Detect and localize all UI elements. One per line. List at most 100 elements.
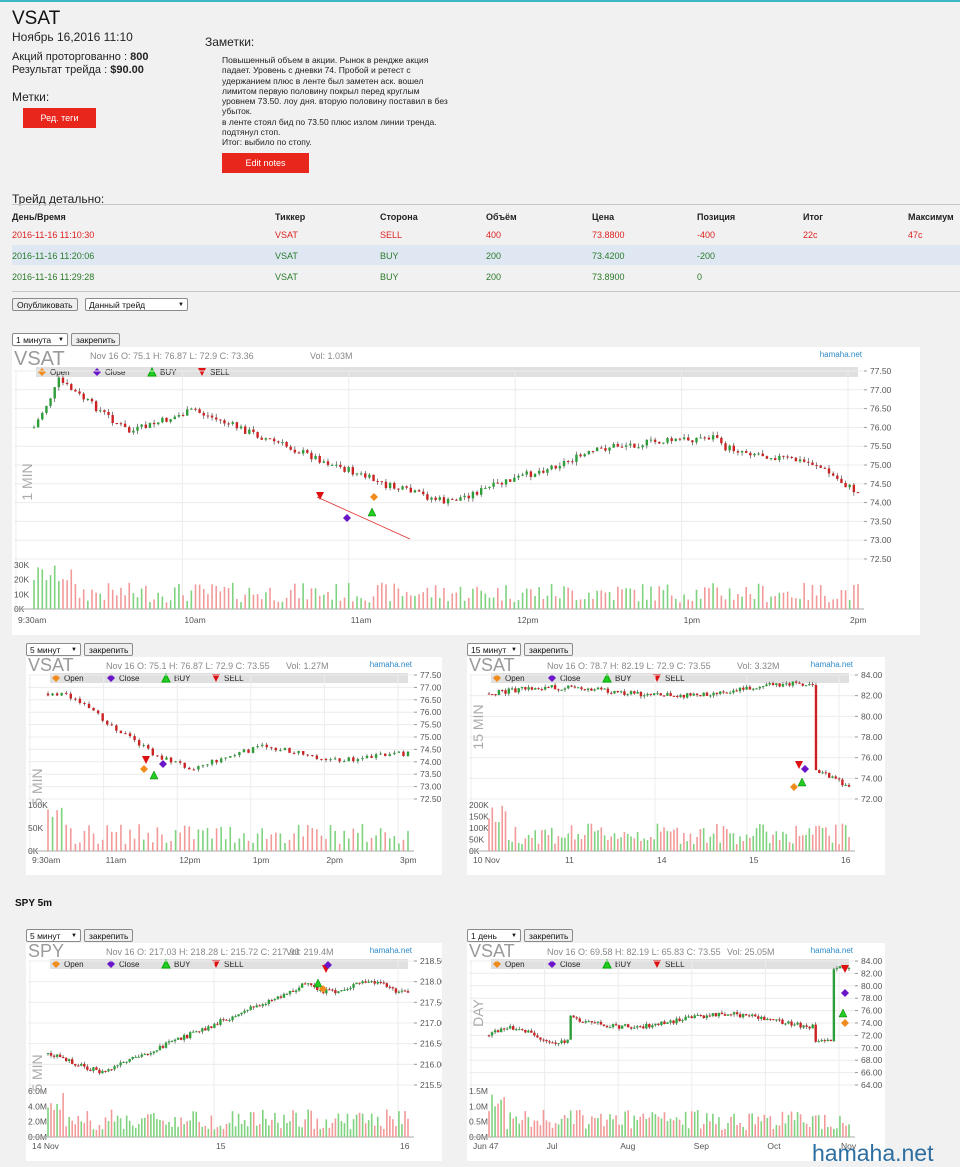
volume-bar bbox=[120, 824, 122, 851]
volume-bar bbox=[397, 588, 400, 609]
volume-bar bbox=[848, 600, 851, 609]
table-row[interactable]: 2016-11-16 11:20:06 VSAT BUY 200 73.4200… bbox=[12, 245, 960, 265]
table-cell: 73.4200 bbox=[592, 251, 625, 261]
price-tick-label: 72.50 bbox=[420, 794, 442, 804]
volume-bar bbox=[689, 833, 692, 851]
volume-bar bbox=[270, 834, 273, 851]
candle-body bbox=[808, 1026, 811, 1029]
volume-bar bbox=[113, 1121, 116, 1137]
volume-bar bbox=[692, 843, 695, 851]
candle-body bbox=[580, 687, 583, 690]
volume-tick-label: 1.0M bbox=[469, 1101, 488, 1111]
table-row[interactable]: 2016-11-16 11:10:30 VSAT SELL 400 73.880… bbox=[12, 224, 960, 244]
candle-body bbox=[703, 437, 706, 439]
volume-bar bbox=[757, 583, 760, 609]
candle-body bbox=[515, 1029, 518, 1031]
candle-body bbox=[177, 415, 181, 417]
volume-bar bbox=[298, 1126, 300, 1137]
volume-bar bbox=[675, 1117, 678, 1137]
candle-body bbox=[735, 690, 738, 692]
candle-body bbox=[128, 427, 131, 433]
pin-button[interactable]: закрепить bbox=[524, 643, 574, 656]
candle-body bbox=[400, 990, 404, 992]
candle-body bbox=[669, 693, 672, 696]
candle-body bbox=[430, 497, 433, 500]
pin-button[interactable]: закрепить bbox=[84, 643, 134, 656]
volume-bar bbox=[78, 597, 81, 609]
candle-body bbox=[376, 481, 379, 483]
table-cell: 200 bbox=[486, 251, 502, 261]
candle-body bbox=[815, 465, 818, 467]
candle-body bbox=[856, 492, 860, 494]
table-row[interactable]: 2016-11-16 11:29:28 VSAT BUY 200 73.8900… bbox=[12, 266, 960, 286]
candle-body bbox=[502, 1028, 506, 1030]
candle-body bbox=[823, 467, 827, 469]
candle-body bbox=[775, 683, 778, 686]
volume-bar bbox=[564, 837, 566, 851]
volume-bar bbox=[793, 1120, 796, 1137]
publish-scope-select[interactable]: Данный трейд ▼ bbox=[85, 298, 188, 311]
volume-bar bbox=[763, 1114, 766, 1137]
interval-select[interactable]: 5 минут ▼ bbox=[26, 643, 81, 656]
volume-bar bbox=[269, 587, 271, 609]
candle-body bbox=[494, 694, 497, 696]
volume-bar bbox=[484, 593, 487, 609]
publish-button[interactable]: Опубликовать bbox=[12, 298, 78, 311]
candle-body bbox=[115, 423, 119, 425]
edit-notes-button[interactable]: Edit notes bbox=[222, 153, 309, 173]
candle-body bbox=[507, 688, 511, 694]
candle-body bbox=[379, 753, 382, 755]
pin-button[interactable]: закрепить bbox=[71, 333, 121, 346]
legend-label: BUY bbox=[160, 368, 177, 377]
volume-bar bbox=[53, 1110, 55, 1137]
interval-select[interactable]: 1 день ▼ bbox=[467, 929, 521, 942]
candle-body bbox=[285, 441, 288, 447]
volume-bar bbox=[514, 826, 517, 851]
chart-symbol: VSAT bbox=[14, 348, 65, 370]
pin-button[interactable]: закрепить bbox=[84, 929, 134, 942]
volume-bar bbox=[322, 1127, 325, 1137]
candle-body bbox=[178, 761, 182, 763]
sell-marker bbox=[795, 761, 803, 769]
candle-body bbox=[111, 415, 114, 424]
volume-bar bbox=[790, 597, 793, 609]
candle-body bbox=[192, 1031, 195, 1033]
candle-body bbox=[679, 694, 682, 698]
candle-body bbox=[292, 752, 296, 754]
volume-bar bbox=[147, 1114, 149, 1137]
candle-body bbox=[639, 1026, 642, 1028]
volume-bar bbox=[213, 1129, 216, 1137]
volume-bar bbox=[124, 843, 127, 851]
volume-bar bbox=[115, 832, 118, 851]
candle-body bbox=[71, 1059, 74, 1064]
interval-select[interactable]: 15 минут ▼ bbox=[467, 643, 521, 656]
candle-body bbox=[289, 446, 292, 450]
volume-bar bbox=[550, 827, 553, 851]
candle-body bbox=[320, 758, 323, 760]
volume-bar bbox=[842, 1122, 844, 1137]
volume-bar bbox=[838, 844, 840, 851]
candle-body bbox=[487, 693, 491, 695]
candle-body bbox=[61, 1056, 65, 1058]
interval-select[interactable]: 5 минут ▼ bbox=[26, 929, 81, 942]
interval-select[interactable]: 1 минута ▼ bbox=[12, 333, 68, 346]
volume-bar bbox=[749, 594, 752, 609]
volume-bar bbox=[352, 828, 355, 851]
candle-body bbox=[119, 423, 123, 425]
price-tick-label: 74.00 bbox=[861, 1018, 883, 1028]
pin-button[interactable]: закрепить bbox=[524, 929, 574, 942]
candle-body bbox=[142, 745, 145, 747]
volume-bar bbox=[404, 1111, 406, 1137]
candle-body bbox=[380, 481, 384, 483]
volume-bar bbox=[571, 590, 574, 609]
candle-body bbox=[169, 419, 172, 422]
volume-bar bbox=[527, 1117, 530, 1137]
volume-bar bbox=[768, 843, 771, 851]
edit-tags-button[interactable]: Ред. теги bbox=[23, 108, 96, 128]
candle-body bbox=[182, 1034, 186, 1040]
candle-body bbox=[563, 1040, 566, 1043]
chart-ohlc-info: Nov 16 O: 217.03 H: 218.28 L: 215.72 C: … bbox=[106, 947, 300, 957]
volume-bar bbox=[236, 599, 238, 609]
volume-bar bbox=[279, 833, 282, 851]
volume-bar bbox=[646, 840, 649, 851]
